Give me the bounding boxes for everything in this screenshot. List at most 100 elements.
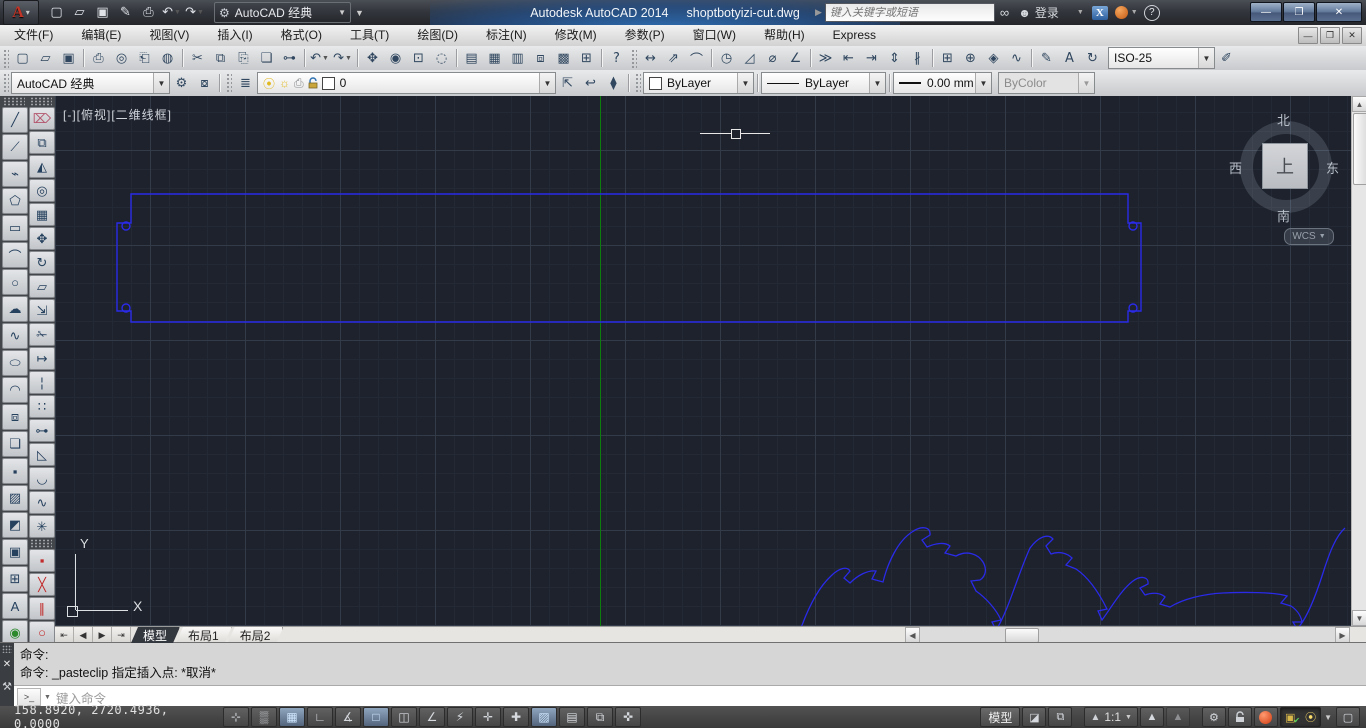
- fillet-button[interactable]: ◡: [29, 467, 55, 490]
- viewcube-east-label[interactable]: 东: [1326, 158, 1339, 177]
- zoom-realtime-button[interactable]: ◉: [384, 47, 407, 69]
- polygon-button[interactable]: ⬠: [2, 188, 28, 214]
- dim-space-button[interactable]: ⇕: [883, 47, 906, 69]
- insert-block-button[interactable]: ⧈: [2, 404, 28, 430]
- toolbar-grip[interactable]: [2, 47, 9, 69]
- multiline-text-button[interactable]: A: [2, 593, 28, 619]
- chevron-down-icon[interactable]: ▼: [153, 73, 169, 93]
- lineweight-combo[interactable]: 0.00 mm ▼: [893, 72, 992, 94]
- undo-button[interactable]: ↶ ▼: [308, 47, 331, 69]
- scroll-up-button[interactable]: ▲: [1352, 96, 1366, 112]
- redo-button[interactable]: ↷ ▼: [183, 2, 206, 23]
- exchange-apps-button[interactable]: X: [1091, 5, 1108, 20]
- 3d-object-snap-button[interactable]: ◫: [391, 707, 417, 727]
- make-object-layer-current-button[interactable]: ⇱: [556, 72, 579, 94]
- new-file-button[interactable]: ▢: [11, 47, 34, 69]
- sheet-set-manager-button[interactable]: ⧈: [529, 47, 552, 69]
- center-mark-button[interactable]: ⊕: [959, 47, 982, 69]
- maximize-button[interactable]: ❐: [1283, 2, 1315, 22]
- transparency-button[interactable]: ▨: [531, 707, 557, 727]
- revision-cloud-button[interactable]: ☁: [2, 296, 28, 322]
- scale-button[interactable]: ▱: [29, 275, 55, 298]
- layer-properties-manager-button[interactable]: ≣: [234, 72, 257, 94]
- markup-set-manager-button[interactable]: ▩: [552, 47, 575, 69]
- menu-express[interactable]: Express: [819, 25, 890, 46]
- tab-model[interactable]: 模型: [131, 627, 180, 643]
- dim-text-edit-button[interactable]: A: [1058, 47, 1081, 69]
- zoom-window-button[interactable]: ⊡: [407, 47, 430, 69]
- dim-style-button[interactable]: ✐: [1215, 47, 1238, 69]
- wrench-icon[interactable]: ⚒: [2, 680, 12, 693]
- save-button[interactable]: ▣: [91, 2, 114, 23]
- region-button[interactable]: ▣: [2, 539, 28, 565]
- save-button[interactable]: ▣: [57, 47, 80, 69]
- plot-button[interactable]: ⎙: [137, 2, 160, 23]
- grid-display-button[interactable]: ▦: [279, 707, 305, 727]
- scroll-down-button[interactable]: ▼: [1352, 610, 1366, 626]
- chamfer-button[interactable]: ◺: [29, 443, 55, 466]
- dim-aligned-button[interactable]: ⇗: [662, 47, 685, 69]
- auto-annotation-scale-button[interactable]: ▲: [1165, 707, 1190, 727]
- menu-modify[interactable]: 修改(M): [541, 25, 611, 46]
- workspaces-combo[interactable]: AutoCAD 经典 ▼: [11, 72, 170, 94]
- doc-restore-button[interactable]: ❐: [1320, 27, 1340, 44]
- mirror-button[interactable]: ◭: [29, 155, 55, 178]
- toolbar-lock-button[interactable]: [1227, 707, 1252, 727]
- first-tab-button[interactable]: ⇤: [55, 627, 74, 643]
- command-history[interactable]: 命令: 命令: _pasteclip 指定插入点: *取消*: [14, 643, 1366, 685]
- selection-cycling-button[interactable]: ⧉: [587, 707, 613, 727]
- viewcube-top-face[interactable]: 上: [1262, 143, 1308, 189]
- gradient-button[interactable]: ◩: [2, 512, 28, 538]
- ellipse-button[interactable]: ⬭: [2, 350, 28, 376]
- vertical-scrollbar[interactable]: ▲ ▼: [1351, 96, 1366, 626]
- paste-clip-button[interactable]: ⎘: [232, 47, 255, 69]
- menu-parametric[interactable]: 参数(P): [611, 25, 679, 46]
- snap-intersection-button[interactable]: ╳: [29, 573, 55, 596]
- menu-help[interactable]: 帮助(H): [750, 25, 819, 46]
- paste-block-button[interactable]: ❏: [255, 47, 278, 69]
- toolbar-grip[interactable]: [30, 539, 52, 548]
- workspace-switcher[interactable]: ⚙ AutoCAD 经典 ▼: [214, 2, 352, 23]
- join-button[interactable]: ⊶: [29, 419, 55, 442]
- toolbar-overflow-icon[interactable]: ▼: [355, 8, 364, 18]
- toolbar-grip[interactable]: [225, 71, 232, 95]
- publish-button[interactable]: ⎗: [133, 47, 156, 69]
- dim-continue-button[interactable]: ⇥: [860, 47, 883, 69]
- annotation-visibility-button[interactable]: ▲: [1139, 707, 1164, 727]
- toolbar-grip[interactable]: [2, 71, 9, 95]
- dim-radius-button[interactable]: ◷: [715, 47, 738, 69]
- break-at-point-button[interactable]: ¦: [29, 371, 55, 394]
- scroll-right-button[interactable]: ▶: [1335, 627, 1350, 643]
- menu-tools[interactable]: 工具(T): [336, 25, 403, 46]
- designcenter-button[interactable]: ▦: [483, 47, 506, 69]
- save-as-button[interactable]: ✎: [114, 2, 137, 23]
- viewcube-west-label[interactable]: 西: [1229, 158, 1242, 177]
- open-file-button[interactable]: ▱: [34, 47, 57, 69]
- match-properties-button[interactable]: ⊶: [278, 47, 301, 69]
- construction-line-button[interactable]: ⟋: [2, 134, 28, 160]
- chevron-down-icon[interactable]: ▼: [869, 73, 885, 93]
- toolbar-grip[interactable]: [630, 47, 637, 69]
- color-combo[interactable]: ByLayer ▼: [643, 72, 754, 94]
- chevron-down-icon[interactable]: ▼: [1198, 48, 1214, 68]
- horizontal-scroll-thumb[interactable]: [1005, 628, 1039, 643]
- doc-minimize-button[interactable]: —: [1298, 27, 1318, 44]
- window-grip[interactable]: [2, 645, 12, 653]
- properties-palette-button[interactable]: ▤: [460, 47, 483, 69]
- annotation-scale-button[interactable]: ▲ 1:1 ▼: [1084, 707, 1138, 727]
- menu-format[interactable]: 格式(O): [267, 25, 336, 46]
- stretch-button[interactable]: ⇲: [29, 299, 55, 322]
- chevron-down-icon[interactable]: ▼: [975, 73, 991, 93]
- dropdown-arrow-icon[interactable]: ▼: [322, 55, 329, 62]
- new-file-button[interactable]: ▢: [45, 2, 68, 23]
- layer-states-button[interactable]: ⧫: [602, 72, 625, 94]
- quickcalc-button[interactable]: ⊞: [575, 47, 598, 69]
- tab-layout2[interactable]: 布局2: [228, 627, 284, 643]
- snap-mode-button[interactable]: ▒: [251, 707, 277, 727]
- zoom-previous-button[interactable]: ◌: [430, 47, 453, 69]
- dim-inspect-button[interactable]: ◈: [982, 47, 1005, 69]
- dim-break-button[interactable]: ∦: [906, 47, 929, 69]
- polyline-button[interactable]: ⌁: [2, 161, 28, 187]
- menu-edit[interactable]: 编辑(E): [67, 25, 135, 46]
- dim-diameter-button[interactable]: ⌀: [761, 47, 784, 69]
